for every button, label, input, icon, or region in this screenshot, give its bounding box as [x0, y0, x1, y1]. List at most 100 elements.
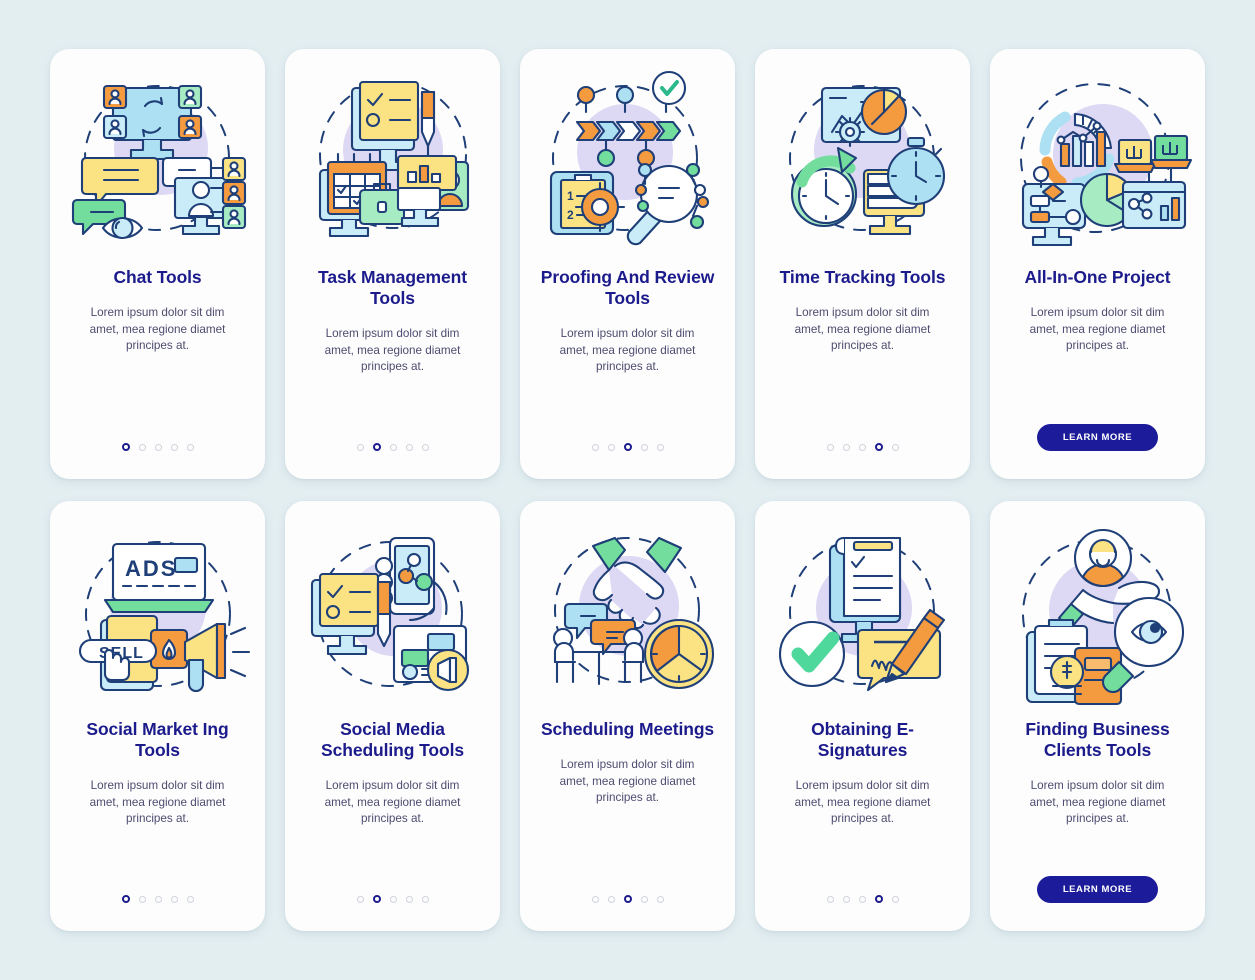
card-footer [755, 443, 970, 451]
onboarding-card-social-marketing-tools: ADS SELL Social Market Ing Tools Lorem ipsu… [50, 501, 265, 931]
card-body-text: Lorem ipsum dolor sit dim amet, mea regi… [324, 327, 461, 374]
pagination-dot-2[interactable] [372, 895, 381, 903]
svg-text:ADS: ADS [125, 556, 177, 581]
card-title: Social Market Ing Tools [86, 719, 229, 760]
pagination-dot-3[interactable] [154, 895, 162, 903]
pagination-dot-3[interactable] [154, 443, 162, 451]
pagination-dots [591, 895, 664, 903]
pagination-dot-4[interactable] [170, 895, 178, 903]
card-title: Time Tracking Tools [779, 267, 946, 287]
card-footer: LEARN MORE [990, 876, 1205, 903]
card-body-text: Lorem ipsum dolor sit dim amet, mea regi… [794, 779, 931, 826]
card-title: All-In-One Project [1024, 267, 1171, 287]
obtaining-esignatures-illustration [755, 501, 970, 719]
pagination-dot-5[interactable] [186, 443, 194, 451]
time-tracking-illustration [755, 49, 970, 267]
card-body-text: Lorem ipsum dolor sit dim amet, mea regi… [89, 779, 226, 826]
pagination-dot-1[interactable] [826, 895, 834, 903]
svg-text:1: 1 [567, 189, 574, 203]
pagination-dot-4[interactable] [405, 895, 413, 903]
pagination-dot-4[interactable] [640, 895, 648, 903]
card-body-text: Lorem ipsum dolor sit dim amet, mea regi… [559, 758, 696, 805]
card-footer: LEARN MORE [990, 424, 1205, 451]
pagination-dot-5[interactable] [891, 895, 899, 903]
finding-business-clients-illustration [990, 501, 1205, 719]
pagination-dot-5[interactable] [186, 895, 194, 903]
card-title: Task Management Tools [318, 267, 467, 308]
card-footer [520, 443, 735, 451]
card-body-text: Lorem ipsum dolor sit dim amet, mea regi… [794, 306, 931, 353]
svg-text:2: 2 [567, 208, 574, 222]
all-in-one-illustration [990, 49, 1205, 267]
pagination-dot-4[interactable] [874, 443, 883, 451]
pagination-dot-3[interactable] [623, 895, 632, 903]
pagination-dot-2[interactable] [842, 443, 850, 451]
onboarding-card-obtaining-e-signatures: Obtaining E-Signatures Lorem ipsum dolor … [755, 501, 970, 931]
pagination-dot-1[interactable] [121, 443, 130, 451]
pagination-dot-3[interactable] [623, 443, 632, 451]
card-body-text: Lorem ipsum dolor sit dim amet, mea regi… [1029, 306, 1166, 353]
pagination-dot-3[interactable] [858, 895, 866, 903]
pagination-dot-3[interactable] [389, 895, 397, 903]
onboarding-card-finding-business-clients-tools: Finding Business Clients Tools Lorem ipsu… [990, 501, 1205, 931]
pagination-dot-1[interactable] [591, 895, 599, 903]
chat-tools-illustration [50, 49, 265, 267]
proofing-review-illustration: 12 [520, 49, 735, 267]
card-body-text: Lorem ipsum dolor sit dim amet, mea regi… [89, 306, 226, 353]
social-marketing-illustration: ADS SELL [50, 501, 265, 719]
pagination-dot-5[interactable] [656, 895, 664, 903]
pagination-dots [356, 443, 429, 451]
pagination-dot-4[interactable] [405, 443, 413, 451]
pagination-dot-5[interactable] [421, 895, 429, 903]
card-footer [755, 895, 970, 903]
pagination-dots [826, 443, 899, 451]
pagination-dot-2[interactable] [138, 895, 146, 903]
pagination-dot-4[interactable] [640, 443, 648, 451]
pagination-dot-4[interactable] [170, 443, 178, 451]
pagination-dots [121, 443, 194, 451]
pagination-dot-1[interactable] [356, 443, 364, 451]
card-body-text: Lorem ipsum dolor sit dim amet, mea regi… [324, 779, 461, 826]
card-footer [50, 895, 265, 903]
card-body-text: Lorem ipsum dolor sit dim amet, mea regi… [559, 327, 696, 374]
onboarding-card-task-management-tools: Task Management Tools Lorem ipsum dolor s… [285, 49, 500, 479]
social-media-scheduling-illustration [285, 501, 500, 719]
onboarding-card-all-in-one-project: All-In-One Project Lorem ipsum dolor sit … [990, 49, 1205, 479]
card-footer [285, 443, 500, 451]
pagination-dot-5[interactable] [656, 443, 664, 451]
pagination-dot-2[interactable] [607, 443, 615, 451]
pagination-dot-1[interactable] [826, 443, 834, 451]
pagination-dots [121, 895, 194, 903]
pagination-dots [356, 895, 429, 903]
pagination-dot-2[interactable] [842, 895, 850, 903]
pagination-dot-2[interactable] [138, 443, 146, 451]
card-title: Chat Tools [113, 267, 202, 287]
onboarding-screens-grid: Chat Tools Lorem ipsum dolor sit dim amet… [0, 0, 1255, 980]
pagination-dot-2[interactable] [372, 443, 381, 451]
pagination-dots [826, 895, 899, 903]
card-title: Social Media Scheduling Tools [321, 719, 464, 760]
pagination-dot-3[interactable] [389, 443, 397, 451]
card-footer [285, 895, 500, 903]
pagination-dot-3[interactable] [858, 443, 866, 451]
onboarding-card-social-media-scheduling-tools: Social Media Scheduling Tools Lorem ipsum… [285, 501, 500, 931]
pagination-dots [591, 443, 664, 451]
task-management-illustration [285, 49, 500, 267]
pagination-dot-5[interactable] [421, 443, 429, 451]
onboarding-card-time-tracking-tools: Time Tracking Tools Lorem ipsum dolor sit… [755, 49, 970, 479]
learn-more-button[interactable]: LEARN MORE [1036, 424, 1159, 451]
card-footer [50, 443, 265, 451]
scheduling-meetings-illustration [520, 501, 735, 719]
pagination-dot-5[interactable] [891, 443, 899, 451]
learn-more-button[interactable]: LEARN MORE [1036, 876, 1159, 903]
card-footer [520, 895, 735, 903]
card-title: Obtaining E-Signatures [811, 719, 914, 760]
pagination-dot-1[interactable] [591, 443, 599, 451]
pagination-dot-1[interactable] [121, 895, 130, 903]
card-title: Finding Business Clients Tools [1025, 719, 1170, 760]
card-title: Proofing And Review Tools [540, 267, 715, 308]
pagination-dot-2[interactable] [607, 895, 615, 903]
pagination-dot-4[interactable] [874, 895, 883, 903]
pagination-dot-1[interactable] [356, 895, 364, 903]
card-title: Scheduling Meetings [540, 719, 715, 739]
